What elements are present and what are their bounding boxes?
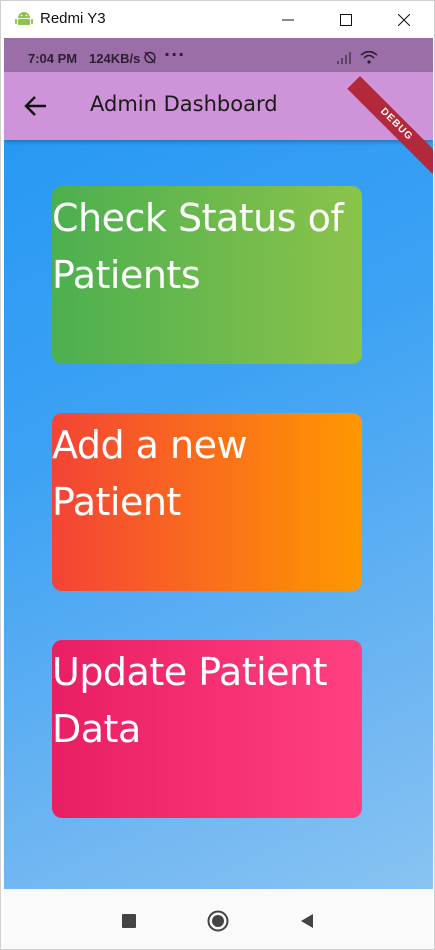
alarm-off-icon (144, 51, 156, 64)
minimize-icon (282, 19, 294, 20)
signal-icon (337, 52, 351, 64)
square-icon (122, 914, 136, 928)
android-icon (15, 12, 33, 25)
close-icon (398, 13, 410, 26)
update-patient-card[interactable]: Update Patient Data (52, 640, 362, 818)
home-button[interactable] (206, 909, 230, 933)
network-speed: 124KB/s (89, 51, 141, 66)
circle-icon (207, 910, 229, 932)
wifi-icon (360, 51, 378, 64)
triangle-left-icon (301, 914, 313, 928)
nav-back-button[interactable] (295, 909, 319, 933)
add-patient-label: Add a new Patient (52, 423, 248, 524)
add-patient-card[interactable]: Add a new Patient (52, 413, 362, 591)
system-navigation-bar (4, 889, 433, 949)
check-status-card[interactable]: Check Status of Patients (52, 186, 362, 364)
window-title: Redmi Y3 (40, 10, 106, 27)
status-bar: 7:04 PM 124KB/s ··· (4, 38, 433, 72)
recent-apps-button[interactable] (117, 909, 141, 933)
page-title: Admin Dashboard (90, 92, 278, 116)
back-button[interactable] (22, 92, 50, 120)
maximize-icon (340, 13, 352, 26)
more-notifications-icon: ··· (164, 45, 186, 64)
update-patient-label: Update Patient Data (52, 650, 328, 751)
check-status-label: Check Status of Patients (52, 196, 344, 297)
close-button[interactable] (381, 1, 427, 38)
emulator-window: Redmi Y3 7:04 PM 124KB/s ··· Admin Dashb… (0, 0, 435, 950)
minimize-button[interactable] (265, 1, 311, 38)
status-time: 7:04 PM (28, 51, 78, 66)
maximize-button[interactable] (323, 1, 369, 38)
window-title-bar: Redmi Y3 (1, 1, 434, 38)
phone-screen: 7:04 PM 124KB/s ··· Admin Dashboard DEBU… (4, 38, 433, 949)
arrow-left-icon (24, 96, 46, 116)
